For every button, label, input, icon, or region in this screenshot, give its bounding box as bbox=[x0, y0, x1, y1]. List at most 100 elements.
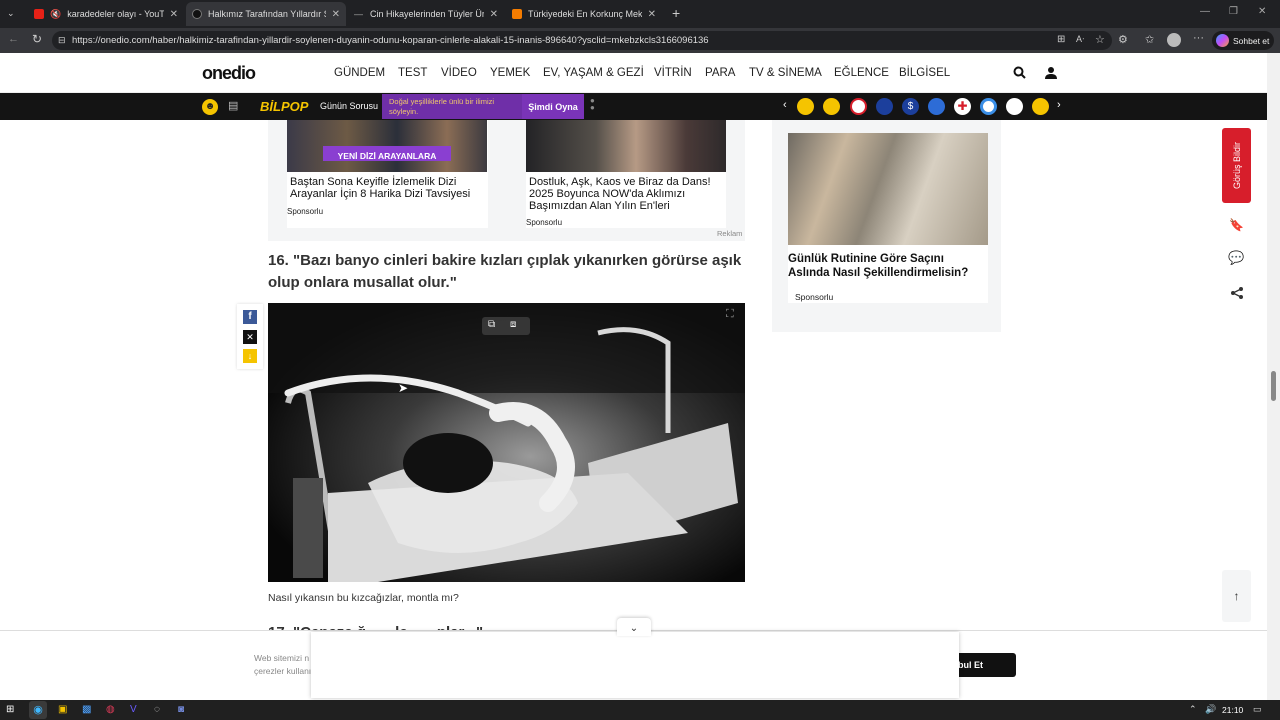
next-chevron-icon[interactable]: › bbox=[1057, 99, 1061, 111]
comments-button[interactable]: 💬 bbox=[1222, 243, 1251, 272]
app-taskbar-icon[interactable]: V bbox=[130, 704, 137, 715]
tray-chevron-icon[interactable]: ⌃ bbox=[1189, 704, 1197, 715]
collapse-ad-button[interactable]: ⌄ bbox=[617, 618, 651, 636]
tab-list-chevron-icon[interactable]: ⌄ bbox=[7, 8, 15, 19]
app-taskbar-icon[interactable]: ◌ bbox=[154, 704, 160, 715]
windows-start-icon[interactable]: ⊞ bbox=[6, 704, 14, 715]
window-close-icon[interactable]: ✕ bbox=[1258, 6, 1266, 17]
profile-avatar[interactable] bbox=[1167, 33, 1181, 47]
more-menu-icon[interactable]: ··· bbox=[1193, 32, 1204, 44]
fullscreen-icon[interactable]: ⛶ bbox=[726, 308, 734, 321]
nav-video[interactable]: VİDEO bbox=[441, 67, 477, 79]
brand-circle-icon[interactable] bbox=[1032, 98, 1049, 115]
nav-bilgisel[interactable]: BİLGİSEL bbox=[899, 67, 950, 79]
app-taskbar-icon[interactable]: ▩ bbox=[82, 704, 91, 715]
address-toolbar: ← ↻ ⊟ https://onedio.com/haber/halkimiz-… bbox=[0, 28, 1280, 53]
read-aloud-icon[interactable]: Aᐧ bbox=[1076, 34, 1084, 45]
user-icon[interactable] bbox=[1045, 66, 1057, 79]
volume-icon[interactable]: 🔊 bbox=[1205, 704, 1216, 715]
card-title[interactable]: Dostluk, Aşk, Kaos ve Biraz da Dans! 202… bbox=[529, 176, 725, 212]
site-info-icon[interactable]: ⊟ bbox=[58, 31, 66, 50]
article-image[interactable]: ⧉ ⧈ ⛶ ➤ bbox=[268, 303, 745, 582]
bilpop-logo[interactable]: BİLPOP bbox=[260, 99, 308, 114]
tab-onedio-active[interactable]: Halkımız Tarafından Yıllardır Söyle ✕ bbox=[186, 2, 346, 26]
url-field[interactable]: ⊟ https://onedio.com/haber/halkimiz-tara… bbox=[52, 31, 1112, 50]
muted-speaker-icon[interactable]: 🔇 bbox=[50, 9, 61, 20]
edge-taskbar-icon[interactable]: ◉ bbox=[29, 701, 47, 719]
mouse-cursor-icon: ➤ bbox=[398, 381, 409, 395]
sidebar-ad-title[interactable]: Günlük Rutinine Göre Saçını Aslında Nası… bbox=[788, 252, 984, 280]
nav-tv-sinema[interactable]: TV & SİNEMA bbox=[749, 67, 822, 79]
tab-turkiye-mekanlar[interactable]: Türkiyedeki En Korkunç Mekanlar ✕ bbox=[506, 2, 662, 26]
brand-circle-icon[interactable] bbox=[876, 98, 893, 115]
promo-bar: ☻ ▤ BİLPOP Günün Sorusu Doğal yeşillikle… bbox=[0, 93, 1267, 120]
brand-circle-icon[interactable] bbox=[928, 98, 945, 115]
minimize-icon[interactable]: — bbox=[1200, 6, 1210, 17]
dollar-circle-icon[interactable]: $ bbox=[902, 98, 919, 115]
emoji-laugh-icon[interactable] bbox=[823, 98, 840, 115]
search-icon[interactable] bbox=[1013, 66, 1026, 79]
nav-yemek[interactable]: YEMEK bbox=[490, 67, 530, 79]
visual-search-icon[interactable]: ⧉ bbox=[488, 319, 495, 330]
notifications-icon[interactable]: ▭ bbox=[1253, 704, 1262, 715]
app-available-icon[interactable]: ⊞ bbox=[1057, 34, 1065, 45]
feedback-button[interactable]: Görüş Bildir bbox=[1222, 128, 1251, 203]
close-icon[interactable]: ✕ bbox=[648, 9, 656, 20]
tab-youtube[interactable]: 🔇 karadedeler olayı - YouTube ✕ bbox=[28, 2, 184, 26]
scrollbar-thumb[interactable] bbox=[1271, 371, 1276, 401]
brand-circle-icon[interactable] bbox=[980, 98, 997, 115]
cookie-text: çerezler kullanı bbox=[254, 666, 312, 676]
ad-label: Reklam bbox=[717, 229, 743, 238]
x-twitter-icon[interactable]: ✕ bbox=[243, 330, 257, 344]
nav-ev-yasam-gezi[interactable]: EV, YAŞAM & GEZİ bbox=[543, 67, 644, 79]
card-title[interactable]: Baştan Sona Keyifle İzlemelik Dizi Araya… bbox=[290, 176, 486, 200]
copilot-button[interactable]: Sohbet et bbox=[1212, 31, 1274, 50]
list-icon[interactable]: ▤ bbox=[228, 99, 238, 112]
onedio-logo[interactable]: onedio bbox=[202, 63, 256, 84]
tab-title: Cin Hikayelerinden Tüyler Ürperte bbox=[370, 9, 484, 19]
prev-chevron-icon[interactable]: ‹ bbox=[783, 99, 787, 111]
file-explorer-icon[interactable]: ▣ bbox=[58, 704, 67, 715]
discord-icon[interactable]: ◙ bbox=[178, 704, 184, 715]
sponsored-card[interactable]: YENİ DİZİ ARAYANLARA Baştan Sona Keyifle… bbox=[287, 120, 488, 228]
close-icon[interactable]: ✕ bbox=[332, 9, 340, 20]
sponsored-label: Sponsorlu bbox=[287, 207, 324, 216]
clock[interactable]: 21:10 bbox=[1222, 705, 1243, 715]
badge-text: YENİ DİZİ ARAYANLARA bbox=[337, 151, 437, 161]
reload-icon[interactable]: ↻ bbox=[32, 32, 42, 46]
sponsored-block: YENİ DİZİ ARAYANLARA Baştan Sona Keyifle… bbox=[268, 120, 745, 241]
question-box[interactable]: Doğal yeşilliklerle ünlü bir ilimizi söy… bbox=[382, 94, 522, 119]
brand-cross-icon[interactable]: ✚ bbox=[954, 98, 971, 115]
nav-eglence[interactable]: EĞLENCE bbox=[834, 67, 889, 79]
nav-test[interactable]: TEST bbox=[398, 67, 427, 79]
brand-circle-icon[interactable] bbox=[850, 98, 867, 115]
bookmark-button[interactable]: 🔖 bbox=[1222, 210, 1251, 239]
facebook-icon[interactable]: f bbox=[243, 310, 257, 324]
feedback-label: Görüş Bildir bbox=[1231, 141, 1242, 189]
emoji-sad-icon[interactable] bbox=[797, 98, 814, 115]
download-icon[interactable]: ↓ bbox=[243, 349, 257, 363]
close-icon[interactable]: ✕ bbox=[490, 9, 498, 20]
scroll-to-top-button[interactable]: ↑ bbox=[1222, 570, 1251, 622]
favorite-star-icon[interactable]: ☆ bbox=[1095, 33, 1105, 46]
back-arrow-icon[interactable]: ← bbox=[8, 33, 19, 45]
brand-circle-icon[interactable] bbox=[1006, 98, 1023, 115]
copilot-icon bbox=[1216, 34, 1229, 47]
emoji-badge-icon[interactable]: ☻ bbox=[202, 99, 218, 115]
image-copy-icon[interactable]: ⧈ bbox=[510, 319, 516, 330]
close-icon[interactable]: ✕ bbox=[170, 9, 178, 20]
extensions-icon[interactable]: ⚙ bbox=[1118, 33, 1128, 46]
page-scrollbar[interactable] bbox=[1267, 53, 1280, 700]
sidebar-ad-card[interactable]: Günlük Rutinine Göre Saçını Aslında Nası… bbox=[788, 133, 988, 303]
nav-para[interactable]: PARA bbox=[705, 67, 735, 79]
favorites-icon[interactable]: ✩ bbox=[1145, 33, 1154, 46]
sponsored-card[interactable]: Dostluk, Aşk, Kaos ve Biraz da Dans! 202… bbox=[526, 120, 726, 228]
restore-icon[interactable]: ❐ bbox=[1229, 6, 1238, 17]
new-tab-plus-icon[interactable]: + bbox=[672, 5, 680, 21]
nav-vitrin[interactable]: VİTRİN bbox=[654, 67, 692, 79]
share-button[interactable] bbox=[1222, 278, 1251, 307]
play-now-button[interactable]: Şimdi Oyna bbox=[522, 94, 584, 119]
nav-gundem[interactable]: GÜNDEM bbox=[334, 67, 385, 79]
app-taskbar-icon[interactable]: ◍ bbox=[106, 704, 115, 715]
tab-cin-hikayeleri[interactable]: — Cin Hikayelerinden Tüyler Ürperte ✕ bbox=[348, 2, 504, 26]
